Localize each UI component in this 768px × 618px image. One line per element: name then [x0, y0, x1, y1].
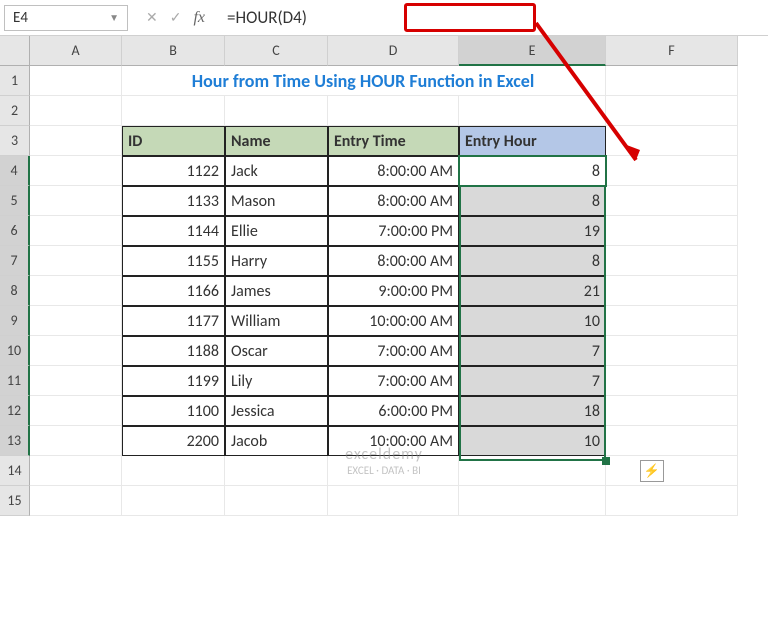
empty-cell[interactable] [30, 396, 122, 426]
table-cell[interactable]: 8:00:00 AM [328, 246, 459, 276]
table-cell[interactable]: 7 [459, 366, 606, 396]
fill-handle[interactable] [602, 457, 610, 465]
empty-cell[interactable] [30, 426, 122, 456]
table-cell[interactable]: 1199 [122, 366, 225, 396]
row-header-7[interactable]: 7 [0, 246, 30, 276]
autofill-options-button[interactable]: ⚡ [640, 460, 664, 482]
empty-cell[interactable] [328, 486, 459, 516]
table-cell[interactable]: 8 [459, 246, 606, 276]
empty-cell[interactable] [606, 396, 738, 426]
empty-cell[interactable] [606, 336, 738, 366]
table-cell[interactable]: Jessica [225, 396, 328, 426]
row-header-13[interactable]: 13 [0, 426, 30, 456]
arrow-annotation [0, 0, 768, 240]
table-cell[interactable]: Jacob [225, 426, 328, 456]
table-cell[interactable]: 7 [459, 336, 606, 366]
empty-cell[interactable] [606, 366, 738, 396]
empty-cell[interactable] [606, 456, 738, 486]
table-cell[interactable]: 10 [459, 426, 606, 456]
table-cell[interactable]: 18 [459, 396, 606, 426]
table-cell[interactable]: James [225, 276, 328, 306]
empty-cell[interactable] [606, 306, 738, 336]
empty-cell[interactable] [122, 486, 225, 516]
watermark-tagline: EXCEL · DATA · BI [345, 464, 423, 477]
empty-cell[interactable] [30, 456, 122, 486]
table-cell[interactable]: 1155 [122, 246, 225, 276]
formula-highlight-box [404, 3, 536, 32]
table-cell[interactable]: 7:00:00 AM [328, 336, 459, 366]
empty-cell[interactable] [122, 456, 225, 486]
empty-cell[interactable] [606, 276, 738, 306]
table-cell[interactable]: William [225, 306, 328, 336]
empty-cell[interactable] [606, 486, 738, 516]
empty-cell[interactable] [30, 246, 122, 276]
empty-cell[interactable] [606, 246, 738, 276]
row-header-15[interactable]: 15 [0, 486, 30, 516]
empty-cell[interactable] [30, 366, 122, 396]
row-header-11[interactable]: 11 [0, 366, 30, 396]
empty-cell[interactable] [30, 306, 122, 336]
empty-cell[interactable] [30, 336, 122, 366]
table-cell[interactable]: Harry [225, 246, 328, 276]
table-cell[interactable]: 10:00:00 AM [328, 306, 459, 336]
empty-cell[interactable] [606, 426, 738, 456]
row-header-12[interactable]: 12 [0, 396, 30, 426]
table-cell[interactable]: Lily [225, 366, 328, 396]
row-header-9[interactable]: 9 [0, 306, 30, 336]
autofill-icon: ⚡ [644, 464, 660, 479]
watermark-brand: exceldemy [345, 445, 423, 464]
empty-cell[interactable] [225, 486, 328, 516]
table-cell[interactable]: 1166 [122, 276, 225, 306]
row-header-8[interactable]: 8 [0, 276, 30, 306]
watermark: exceldemy EXCEL · DATA · BI [345, 445, 423, 477]
table-cell[interactable]: Oscar [225, 336, 328, 366]
row-header-10[interactable]: 10 [0, 336, 30, 366]
table-cell[interactable]: 10 [459, 306, 606, 336]
table-cell[interactable]: 21 [459, 276, 606, 306]
row-header-14[interactable]: 14 [0, 456, 30, 486]
empty-cell[interactable] [225, 456, 328, 486]
empty-cell[interactable] [30, 276, 122, 306]
table-cell[interactable]: 1188 [122, 336, 225, 366]
table-cell[interactable]: 2200 [122, 426, 225, 456]
table-cell[interactable]: 1177 [122, 306, 225, 336]
table-cell[interactable]: 6:00:00 PM [328, 396, 459, 426]
table-cell[interactable]: 9:00:00 PM [328, 276, 459, 306]
table-cell[interactable]: 1100 [122, 396, 225, 426]
empty-cell[interactable] [30, 486, 122, 516]
empty-cell[interactable] [459, 486, 606, 516]
empty-cell[interactable] [459, 456, 606, 486]
table-cell[interactable]: 7:00:00 AM [328, 366, 459, 396]
